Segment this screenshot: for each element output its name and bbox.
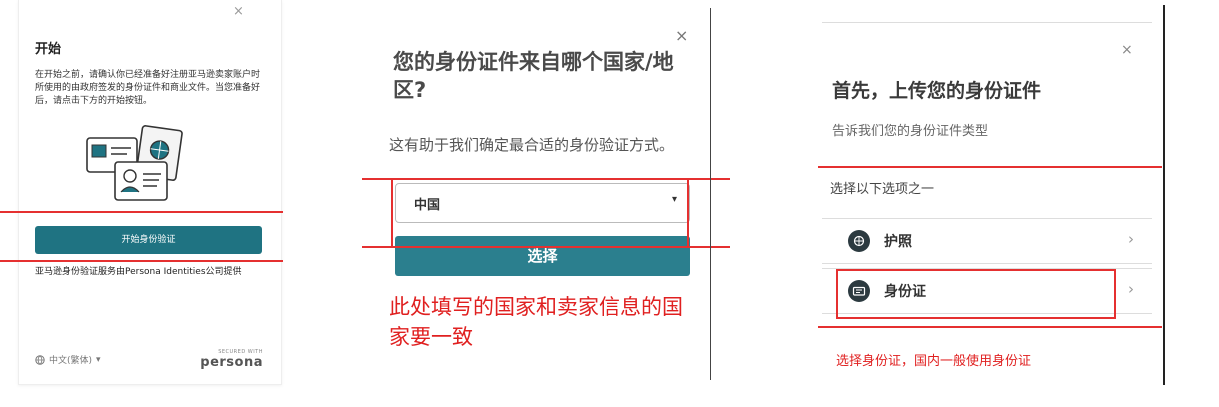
options-prompt: 选择以下选项之一 [830, 182, 935, 197]
annotation-line [0, 211, 283, 213]
passport-icon [848, 230, 870, 252]
language-label: 中文(繁体) [49, 356, 93, 366]
chevron-right-icon: › [1128, 280, 1134, 298]
chevron-right-icon: › [1128, 230, 1134, 248]
panel-subtitle: 这有助于我们确定最合适的身份验证方式。 [389, 136, 675, 154]
provider-note: 亚马逊身份验证服务由Persona Identities公司提供 [35, 267, 242, 277]
annotation-line [818, 166, 1162, 168]
panel-title: 您的身份证件来自哪个国家/地区? [393, 50, 674, 102]
start-verification-button[interactable]: 开始身份验证 [35, 226, 262, 254]
panel-description: 在开始之前，请确认你已经准备好注册亚马逊卖家账户时所使用的由政府签发的身份证件和… [35, 70, 261, 106]
annotation-note: 此处填写的国家和卖家信息的国家要一致 [389, 295, 683, 349]
secured-with-persona-badge: SECURED WITH persona [197, 349, 263, 370]
divider [1163, 5, 1165, 385]
option-label: 护照 [884, 234, 912, 250]
panel-title: 开始 [35, 42, 62, 57]
annotation-line [818, 326, 1162, 328]
option-passport[interactable]: 护照 › [822, 218, 1152, 264]
language-selector[interactable]: 中文(繁体) ▾ [35, 353, 101, 366]
close-icon[interactable]: × [233, 4, 244, 19]
close-icon[interactable]: × [1121, 42, 1133, 58]
divider [710, 8, 711, 380]
close-icon[interactable]: × [675, 26, 688, 45]
chevron-down-icon: ▾ [96, 354, 101, 365]
panel-title: 首先，上传您的身份证件 [832, 80, 1042, 102]
panel-subtitle: 告诉我们您的身份证件类型 [832, 124, 989, 139]
annotation-box [836, 269, 1116, 319]
id-documents-illustration [75, 124, 195, 210]
start-verification-panel: × 开始 在开始之前，请确认你已经准备好注册亚马逊卖家账户时所使用的由政府签发的… [18, 0, 282, 385]
annotation-note: 选择身份证，国内一般使用身份证 [836, 354, 1032, 369]
annotation-box [391, 178, 689, 248]
globe-icon [35, 354, 45, 365]
annotation-line [0, 260, 283, 262]
divider [822, 22, 1152, 23]
persona-logo: persona [200, 355, 263, 370]
document-type-panel: × 首先，上传您的身份证件 告诉我们您的身份证件类型 选择以下选项之一 护照 ›… [818, 22, 1158, 382]
